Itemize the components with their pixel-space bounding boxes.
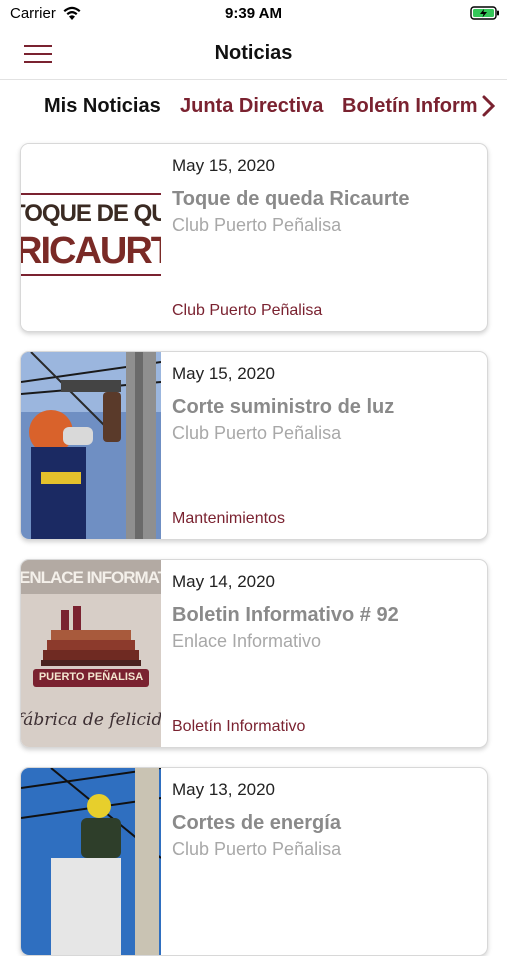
battery-charging-icon: [470, 6, 499, 20]
status-time: 9:39 AM: [225, 5, 282, 22]
thumbnail-text: PUERTO PEÑALISA: [38, 671, 144, 683]
page-title: Noticias: [214, 42, 293, 64]
news-date: May 15, 2020: [172, 156, 276, 175]
news-category: Mantenimientos: [172, 510, 285, 527]
thumbnail-text: fábrica de felicidad: [21, 710, 161, 730]
news-source: Club Puerto Peñalisa: [172, 215, 342, 235]
tab-junta-directiva[interactable]: Junta Directiva: [180, 95, 323, 118]
chevron-right-icon[interactable]: [478, 94, 498, 118]
news-title: Toque de queda Ricaurte: [172, 188, 410, 210]
news-source: Club Puerto Peñalisa: [172, 839, 342, 859]
news-card[interactable]: ENLACE INFORMATIVO PUERTO PEÑALISA fábri…: [20, 559, 488, 748]
news-title: Cortes de energía: [172, 812, 341, 834]
news-card[interactable]: May 15, 2020 Corte suministro de luz Clu…: [20, 351, 488, 540]
news-date: May 13, 2020: [172, 780, 276, 799]
tab-boletin-informativo[interactable]: Boletín Informativo: [342, 95, 482, 118]
thumbnail-text: ENLACE INFORMATIVO: [21, 568, 161, 587]
news-source: Club Puerto Peñalisa: [172, 423, 342, 443]
news-title: Boletin Informativo # 92: [172, 604, 399, 626]
news-card[interactable]: TOQUE DE QUEDA RICAURTE May 15, 2020 Toq…: [20, 143, 488, 332]
steamboat-illustration: [41, 606, 141, 666]
thumbnail-text: TOQUE DE QUEDA: [21, 200, 161, 227]
navigation-bar: Noticias: [0, 28, 507, 80]
news-date: May 15, 2020: [172, 364, 276, 383]
news-category: Boletín Informativo: [172, 718, 306, 735]
status-bar: Carrier 9:39 AM: [0, 0, 507, 28]
news-thumbnail: [21, 352, 161, 539]
news-thumbnail: [21, 768, 161, 955]
news-thumbnail: ENLACE INFORMATIVO PUERTO PEÑALISA fábri…: [21, 560, 161, 747]
news-thumbnail: TOQUE DE QUEDA RICAURTE: [21, 144, 161, 331]
news-category: Club Puerto Peñalisa: [172, 302, 323, 319]
news-source: Enlace Informativo: [172, 631, 322, 651]
category-tabs: Mis Noticias Junta Directiva Boletín Inf…: [0, 80, 507, 132]
news-title: Corte suministro de luz: [172, 396, 395, 418]
news-card[interactable]: May 13, 2020 Cortes de energía Club Puer…: [20, 767, 488, 956]
thumbnail-text: RICAURTE: [21, 230, 161, 272]
news-date: May 14, 2020: [172, 572, 276, 591]
tab-mis-noticias[interactable]: Mis Noticias: [44, 95, 161, 118]
